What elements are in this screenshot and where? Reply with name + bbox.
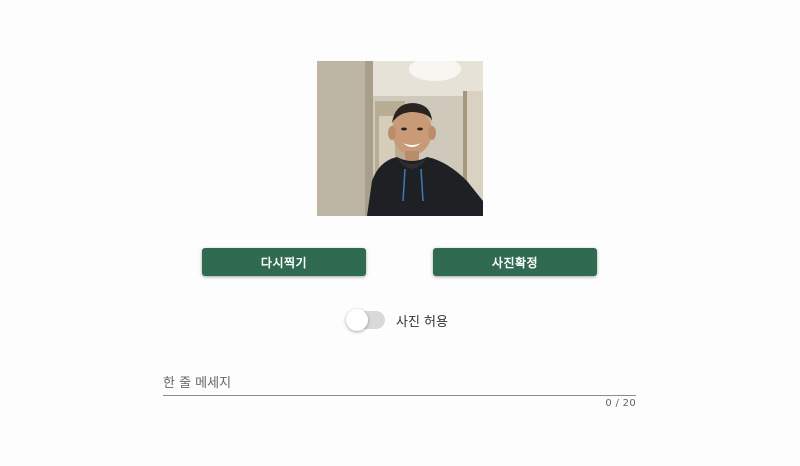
photo-permission-label: 사진 허용 <box>396 314 448 330</box>
photo-capture-page: 다시찍기 사진확정 사진 허용 0 / 20 <box>0 0 800 466</box>
captured-photo <box>317 61 483 216</box>
photo-permission-toggle[interactable] <box>346 309 386 331</box>
retake-button[interactable]: 다시찍기 <box>202 248 366 276</box>
one-line-message-input[interactable] <box>163 376 636 391</box>
confirm-photo-button[interactable]: 사진확정 <box>433 248 597 276</box>
one-line-message-field <box>163 366 636 396</box>
photo-permission-row: 사진 허용 <box>346 308 448 332</box>
message-char-counter: 0 / 20 <box>605 398 636 409</box>
toggle-knob <box>346 309 368 331</box>
